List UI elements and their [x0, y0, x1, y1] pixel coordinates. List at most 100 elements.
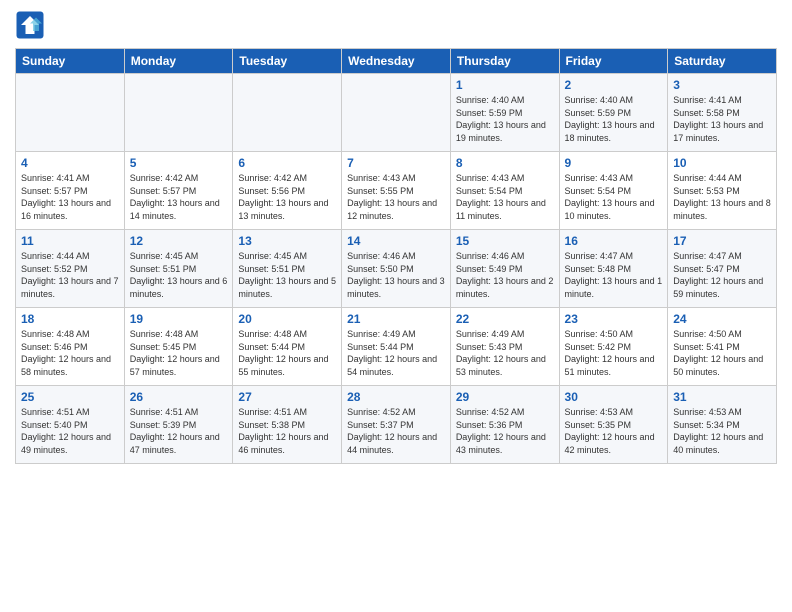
calendar-cell: [124, 74, 233, 152]
day-info: Sunrise: 4:42 AMSunset: 5:56 PMDaylight:…: [238, 172, 336, 222]
day-info: Sunrise: 4:49 AMSunset: 5:43 PMDaylight:…: [456, 328, 554, 378]
calendar-cell: 13Sunrise: 4:45 AMSunset: 5:51 PMDayligh…: [233, 230, 342, 308]
day-info: Sunrise: 4:50 AMSunset: 5:42 PMDaylight:…: [565, 328, 663, 378]
day-info: Sunrise: 4:53 AMSunset: 5:35 PMDaylight:…: [565, 406, 663, 456]
day-number: 30: [565, 390, 663, 404]
day-number: 19: [130, 312, 228, 326]
calendar-cell: [16, 74, 125, 152]
weekday-header: Saturday: [668, 49, 777, 74]
calendar-cell: 16 Sunrise: 4:47 AMSunset: 5:48 PMDayligh…: [559, 230, 668, 308]
calendar-cell: 3 Sunrise: 4:41 AMSunset: 5:58 PMDaylight…: [668, 74, 777, 152]
day-info: Sunrise: 4:51 AMSunset: 5:38 PMDaylight:…: [238, 406, 336, 456]
calendar-cell: 17 Sunrise: 4:47 AMSunset: 5:47 PMDayligh…: [668, 230, 777, 308]
day-number: 4: [21, 156, 119, 170]
calendar-cell: 21 Sunrise: 4:49 AMSunset: 5:44 PMDayligh…: [342, 308, 451, 386]
day-number: 24: [673, 312, 771, 326]
day-info: Sunrise: 4:44 AMSunset: 5:53 PMDaylight:…: [673, 172, 771, 222]
day-info: Sunrise: 4:44 AMSunset: 5:52 PMDaylight:…: [21, 250, 119, 300]
calendar-cell: 9 Sunrise: 4:43 AMSunset: 5:54 PMDaylight…: [559, 152, 668, 230]
logo-icon: [15, 10, 45, 40]
day-number: 25: [21, 390, 119, 404]
calendar-cell: 8 Sunrise: 4:43 AMSunset: 5:54 PMDaylight…: [450, 152, 559, 230]
day-number: 13: [238, 234, 336, 248]
calendar-cell: 24 Sunrise: 4:50 AMSunset: 5:41 PMDayligh…: [668, 308, 777, 386]
calendar-cell: 27Sunrise: 4:51 AMSunset: 5:38 PMDayligh…: [233, 386, 342, 464]
day-info: Sunrise: 4:48 AMSunset: 5:44 PMDaylight:…: [238, 328, 336, 378]
day-info: Sunrise: 4:43 AMSunset: 5:54 PMDaylight:…: [456, 172, 554, 222]
day-number: 21: [347, 312, 445, 326]
calendar-header: SundayMondayTuesdayWednesdayThursdayFrid…: [16, 49, 777, 74]
day-number: 15: [456, 234, 554, 248]
day-number: 20: [238, 312, 336, 326]
calendar-cell: 25 Sunrise: 4:51 AMSunset: 5:40 PMDayligh…: [16, 386, 125, 464]
day-number: 9: [565, 156, 663, 170]
day-number: 2: [565, 78, 663, 92]
day-number: 28: [347, 390, 445, 404]
day-info: Sunrise: 4:53 AMSunset: 5:34 PMDaylight:…: [673, 406, 771, 456]
day-info: Sunrise: 4:49 AMSunset: 5:44 PMDaylight:…: [347, 328, 445, 378]
calendar-cell: 4 Sunrise: 4:41 AMSunset: 5:57 PMDaylight…: [16, 152, 125, 230]
day-info: Sunrise: 4:47 AMSunset: 5:47 PMDaylight:…: [673, 250, 771, 300]
day-info: Sunrise: 4:50 AMSunset: 5:41 PMDaylight:…: [673, 328, 771, 378]
day-number: 7: [347, 156, 445, 170]
logo: [15, 10, 49, 40]
day-number: 29: [456, 390, 554, 404]
calendar-cell: 28 Sunrise: 4:52 AMSunset: 5:37 PMDayligh…: [342, 386, 451, 464]
calendar-cell: 14Sunrise: 4:46 AMSunset: 5:50 PMDayligh…: [342, 230, 451, 308]
day-number: 22: [456, 312, 554, 326]
calendar-cell: 29 Sunrise: 4:52 AMSunset: 5:36 PMDayligh…: [450, 386, 559, 464]
day-info: Sunrise: 4:46 AMSunset: 5:49 PMDaylight:…: [456, 250, 554, 300]
day-number: 1: [456, 78, 554, 92]
day-info: Sunrise: 4:40 AMSunset: 5:59 PMDaylight:…: [565, 94, 663, 144]
day-info: Sunrise: 4:45 AMSunset: 5:51 PMDaylight:…: [130, 250, 228, 300]
calendar-cell: [233, 74, 342, 152]
day-info: Sunrise: 4:47 AMSunset: 5:48 PMDaylight:…: [565, 250, 663, 300]
day-info: Sunrise: 4:40 AMSunset: 5:59 PMDaylight:…: [456, 94, 554, 144]
day-info: Sunrise: 4:42 AMSunset: 5:57 PMDaylight:…: [130, 172, 228, 222]
calendar-table: SundayMondayTuesdayWednesdayThursdayFrid…: [15, 48, 777, 464]
calendar-cell: 10 Sunrise: 4:44 AMSunset: 5:53 PMDayligh…: [668, 152, 777, 230]
weekday-header: Tuesday: [233, 49, 342, 74]
day-info: Sunrise: 4:48 AMSunset: 5:45 PMDaylight:…: [130, 328, 228, 378]
day-number: 10: [673, 156, 771, 170]
day-info: Sunrise: 4:43 AMSunset: 5:54 PMDaylight:…: [565, 172, 663, 222]
calendar-cell: 22 Sunrise: 4:49 AMSunset: 5:43 PMDayligh…: [450, 308, 559, 386]
day-number: 23: [565, 312, 663, 326]
day-number: 31: [673, 390, 771, 404]
calendar-cell: 26 Sunrise: 4:51 AMSunset: 5:39 PMDayligh…: [124, 386, 233, 464]
day-info: Sunrise: 4:52 AMSunset: 5:37 PMDaylight:…: [347, 406, 445, 456]
page-header: [15, 10, 777, 40]
weekday-header: Monday: [124, 49, 233, 74]
day-info: Sunrise: 4:51 AMSunset: 5:40 PMDaylight:…: [21, 406, 119, 456]
calendar-cell: [342, 74, 451, 152]
calendar-cell: 20 Sunrise: 4:48 AMSunset: 5:44 PMDayligh…: [233, 308, 342, 386]
day-number: 11: [21, 234, 119, 248]
day-info: Sunrise: 4:46 AMSunset: 5:50 PMDaylight:…: [347, 250, 445, 300]
day-number: 8: [456, 156, 554, 170]
day-info: Sunrise: 4:51 AMSunset: 5:39 PMDaylight:…: [130, 406, 228, 456]
calendar-cell: 2 Sunrise: 4:40 AMSunset: 5:59 PMDaylight…: [559, 74, 668, 152]
weekday-header: Wednesday: [342, 49, 451, 74]
calendar-cell: 7 Sunrise: 4:43 AMSunset: 5:55 PMDaylight…: [342, 152, 451, 230]
calendar-cell: 12Sunrise: 4:45 AMSunset: 5:51 PMDayligh…: [124, 230, 233, 308]
weekday-header: Sunday: [16, 49, 125, 74]
day-info: Sunrise: 4:41 AMSunset: 5:58 PMDaylight:…: [673, 94, 771, 144]
weekday-header: Thursday: [450, 49, 559, 74]
day-info: Sunrise: 4:41 AMSunset: 5:57 PMDaylight:…: [21, 172, 119, 222]
day-number: 17: [673, 234, 771, 248]
day-info: Sunrise: 4:48 AMSunset: 5:46 PMDaylight:…: [21, 328, 119, 378]
day-info: Sunrise: 4:52 AMSunset: 5:36 PMDaylight:…: [456, 406, 554, 456]
day-number: 5: [130, 156, 228, 170]
day-number: 6: [238, 156, 336, 170]
day-info: Sunrise: 4:43 AMSunset: 5:55 PMDaylight:…: [347, 172, 445, 222]
calendar-cell: 15 Sunrise: 4:46 AMSunset: 5:49 PMDayligh…: [450, 230, 559, 308]
day-number: 16: [565, 234, 663, 248]
calendar-cell: 30 Sunrise: 4:53 AMSunset: 5:35 PMDayligh…: [559, 386, 668, 464]
calendar-cell: 18Sunrise: 4:48 AMSunset: 5:46 PMDayligh…: [16, 308, 125, 386]
calendar-cell: 6 Sunrise: 4:42 AMSunset: 5:56 PMDaylight…: [233, 152, 342, 230]
day-number: 3: [673, 78, 771, 92]
day-number: 26: [130, 390, 228, 404]
calendar-cell: 11 Sunrise: 4:44 AMSunset: 5:52 PMDayligh…: [16, 230, 125, 308]
calendar-cell: 1 Sunrise: 4:40 AMSunset: 5:59 PMDaylight…: [450, 74, 559, 152]
calendar-cell: 5 Sunrise: 4:42 AMSunset: 5:57 PMDaylight…: [124, 152, 233, 230]
